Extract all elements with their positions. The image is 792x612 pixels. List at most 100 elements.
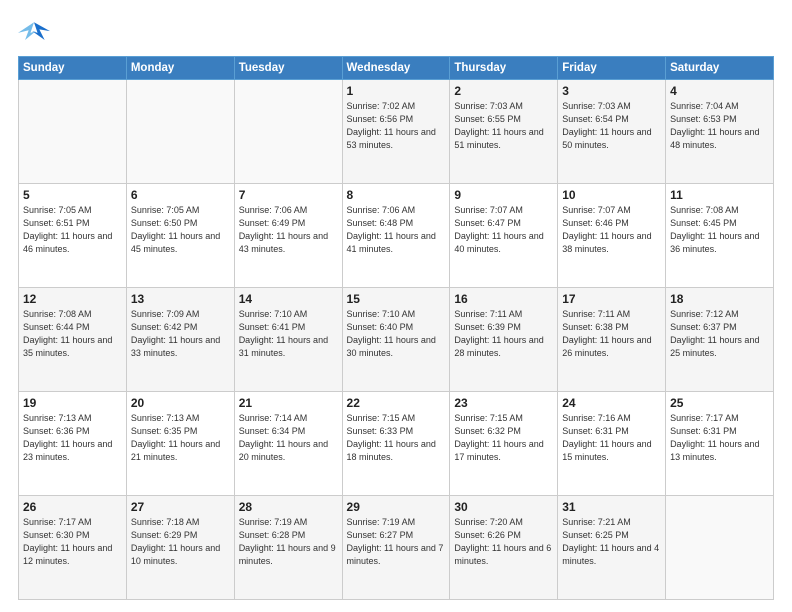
day-info: Sunrise: 7:16 AMSunset: 6:31 PMDaylight:… bbox=[562, 412, 661, 464]
day-number: 8 bbox=[347, 188, 446, 202]
calendar-cell: 27 Sunrise: 7:18 AMSunset: 6:29 PMDayligh… bbox=[126, 496, 234, 600]
calendar-cell: 16 Sunrise: 7:11 AMSunset: 6:39 PMDayligh… bbox=[450, 288, 558, 392]
day-number: 16 bbox=[454, 292, 553, 306]
day-number: 30 bbox=[454, 500, 553, 514]
day-number: 31 bbox=[562, 500, 661, 514]
day-info: Sunrise: 7:08 AMSunset: 6:45 PMDaylight:… bbox=[670, 204, 769, 256]
calendar-cell: 1 Sunrise: 7:02 AMSunset: 6:56 PMDaylight… bbox=[342, 80, 450, 184]
calendar-week-3: 12 Sunrise: 7:08 AMSunset: 6:44 PMDayligh… bbox=[19, 288, 774, 392]
calendar-cell: 13Sunrise: 7:09 AMSunset: 6:42 PMDayligh… bbox=[126, 288, 234, 392]
calendar-cell: 5 Sunrise: 7:05 AMSunset: 6:51 PMDaylight… bbox=[19, 184, 127, 288]
day-info: Sunrise: 7:15 AMSunset: 6:32 PMDaylight:… bbox=[454, 412, 553, 464]
calendar-cell: 2 Sunrise: 7:03 AMSunset: 6:55 PMDaylight… bbox=[450, 80, 558, 184]
calendar-cell: 8Sunrise: 7:06 AMSunset: 6:48 PMDaylight… bbox=[342, 184, 450, 288]
day-info: Sunrise: 7:17 AMSunset: 6:30 PMDaylight:… bbox=[23, 516, 122, 568]
day-number: 18 bbox=[670, 292, 769, 306]
day-info: Sunrise: 7:05 AMSunset: 6:51 PMDaylight:… bbox=[23, 204, 122, 256]
day-number: 26 bbox=[23, 500, 122, 514]
day-info: Sunrise: 7:20 AMSunset: 6:26 PMDaylight:… bbox=[454, 516, 553, 568]
day-number: 10 bbox=[562, 188, 661, 202]
day-number: 11 bbox=[670, 188, 769, 202]
weekday-header-saturday: Saturday bbox=[666, 57, 774, 80]
calendar-cell: 19Sunrise: 7:13 AMSunset: 6:36 PMDayligh… bbox=[19, 392, 127, 496]
day-info: Sunrise: 7:08 AMSunset: 6:44 PMDaylight:… bbox=[23, 308, 122, 360]
day-info: Sunrise: 7:11 AMSunset: 6:39 PMDaylight:… bbox=[454, 308, 553, 360]
weekday-header-thursday: Thursday bbox=[450, 57, 558, 80]
calendar-week-1: 1 Sunrise: 7:02 AMSunset: 6:56 PMDaylight… bbox=[19, 80, 774, 184]
calendar-cell: 3 Sunrise: 7:03 AMSunset: 6:54 PMDaylight… bbox=[558, 80, 666, 184]
calendar-cell: 17Sunrise: 7:11 AMSunset: 6:38 PMDayligh… bbox=[558, 288, 666, 392]
calendar-cell: 21 Sunrise: 7:14 AMSunset: 6:34 PMDayligh… bbox=[234, 392, 342, 496]
day-info: Sunrise: 7:10 AMSunset: 6:41 PMDaylight:… bbox=[239, 308, 338, 360]
day-number: 22 bbox=[347, 396, 446, 410]
calendar-cell: 9 Sunrise: 7:07 AMSunset: 6:47 PMDaylight… bbox=[450, 184, 558, 288]
day-info: Sunrise: 7:21 AMSunset: 6:25 PMDaylight:… bbox=[562, 516, 661, 568]
calendar-cell: 24 Sunrise: 7:16 AMSunset: 6:31 PMDayligh… bbox=[558, 392, 666, 496]
day-info: Sunrise: 7:06 AMSunset: 6:49 PMDaylight:… bbox=[239, 204, 338, 256]
day-number: 2 bbox=[454, 84, 553, 98]
day-info: Sunrise: 7:07 AMSunset: 6:47 PMDaylight:… bbox=[454, 204, 553, 256]
day-number: 23 bbox=[454, 396, 553, 410]
day-number: 24 bbox=[562, 396, 661, 410]
day-info: Sunrise: 7:03 AMSunset: 6:54 PMDaylight:… bbox=[562, 100, 661, 152]
day-info: Sunrise: 7:13 AMSunset: 6:35 PMDaylight:… bbox=[131, 412, 230, 464]
day-number: 20 bbox=[131, 396, 230, 410]
day-info: Sunrise: 7:18 AMSunset: 6:29 PMDaylight:… bbox=[131, 516, 230, 568]
day-number: 15 bbox=[347, 292, 446, 306]
day-info: Sunrise: 7:14 AMSunset: 6:34 PMDaylight:… bbox=[239, 412, 338, 464]
weekday-header-sunday: Sunday bbox=[19, 57, 127, 80]
calendar-cell: 6Sunrise: 7:05 AMSunset: 6:50 PMDaylight… bbox=[126, 184, 234, 288]
day-number: 29 bbox=[347, 500, 446, 514]
calendar-cell: 22Sunrise: 7:15 AMSunset: 6:33 PMDayligh… bbox=[342, 392, 450, 496]
calendar-cell bbox=[19, 80, 127, 184]
header bbox=[18, 18, 774, 46]
logo bbox=[18, 18, 54, 46]
calendar-cell: 31 Sunrise: 7:21 AMSunset: 6:25 PMDayligh… bbox=[558, 496, 666, 600]
day-number: 14 bbox=[239, 292, 338, 306]
calendar-cell bbox=[666, 496, 774, 600]
day-info: Sunrise: 7:10 AMSunset: 6:40 PMDaylight:… bbox=[347, 308, 446, 360]
weekday-header-friday: Friday bbox=[558, 57, 666, 80]
day-info: Sunrise: 7:19 AMSunset: 6:27 PMDaylight:… bbox=[347, 516, 446, 568]
day-number: 27 bbox=[131, 500, 230, 514]
day-number: 4 bbox=[670, 84, 769, 98]
calendar-cell: 15 Sunrise: 7:10 AMSunset: 6:40 PMDayligh… bbox=[342, 288, 450, 392]
day-info: Sunrise: 7:11 AMSunset: 6:38 PMDaylight:… bbox=[562, 308, 661, 360]
calendar-week-5: 26 Sunrise: 7:17 AMSunset: 6:30 PMDayligh… bbox=[19, 496, 774, 600]
day-number: 1 bbox=[347, 84, 446, 98]
logo-bird-icon bbox=[18, 18, 50, 46]
weekday-header-wednesday: Wednesday bbox=[342, 57, 450, 80]
day-number: 12 bbox=[23, 292, 122, 306]
calendar-cell: 18 Sunrise: 7:12 AMSunset: 6:37 PMDayligh… bbox=[666, 288, 774, 392]
calendar-cell: 23 Sunrise: 7:15 AMSunset: 6:32 PMDayligh… bbox=[450, 392, 558, 496]
calendar-cell: 12 Sunrise: 7:08 AMSunset: 6:44 PMDayligh… bbox=[19, 288, 127, 392]
calendar-cell: 11 Sunrise: 7:08 AMSunset: 6:45 PMDayligh… bbox=[666, 184, 774, 288]
calendar-cell bbox=[234, 80, 342, 184]
day-number: 5 bbox=[23, 188, 122, 202]
day-number: 3 bbox=[562, 84, 661, 98]
calendar-cell bbox=[126, 80, 234, 184]
calendar-cell: 10 Sunrise: 7:07 AMSunset: 6:46 PMDayligh… bbox=[558, 184, 666, 288]
calendar-cell: 29 Sunrise: 7:19 AMSunset: 6:27 PMDayligh… bbox=[342, 496, 450, 600]
calendar-cell: 30 Sunrise: 7:20 AMSunset: 6:26 PMDayligh… bbox=[450, 496, 558, 600]
calendar-cell: 14 Sunrise: 7:10 AMSunset: 6:41 PMDayligh… bbox=[234, 288, 342, 392]
day-info: Sunrise: 7:07 AMSunset: 6:46 PMDaylight:… bbox=[562, 204, 661, 256]
weekday-header-row: SundayMondayTuesdayWednesdayThursdayFrid… bbox=[19, 57, 774, 80]
calendar-table: SundayMondayTuesdayWednesdayThursdayFrid… bbox=[18, 56, 774, 600]
calendar-cell: 25 Sunrise: 7:17 AMSunset: 6:31 PMDayligh… bbox=[666, 392, 774, 496]
day-info: Sunrise: 7:12 AMSunset: 6:37 PMDaylight:… bbox=[670, 308, 769, 360]
day-number: 21 bbox=[239, 396, 338, 410]
weekday-header-tuesday: Tuesday bbox=[234, 57, 342, 80]
day-info: Sunrise: 7:03 AMSunset: 6:55 PMDaylight:… bbox=[454, 100, 553, 152]
day-info: Sunrise: 7:13 AMSunset: 6:36 PMDaylight:… bbox=[23, 412, 122, 464]
day-info: Sunrise: 7:17 AMSunset: 6:31 PMDaylight:… bbox=[670, 412, 769, 464]
day-info: Sunrise: 7:02 AMSunset: 6:56 PMDaylight:… bbox=[347, 100, 446, 152]
day-number: 6 bbox=[131, 188, 230, 202]
day-number: 28 bbox=[239, 500, 338, 514]
calendar-cell: 20 Sunrise: 7:13 AMSunset: 6:35 PMDayligh… bbox=[126, 392, 234, 496]
day-info: Sunrise: 7:04 AMSunset: 6:53 PMDaylight:… bbox=[670, 100, 769, 152]
calendar-week-2: 5 Sunrise: 7:05 AMSunset: 6:51 PMDaylight… bbox=[19, 184, 774, 288]
day-number: 9 bbox=[454, 188, 553, 202]
day-number: 25 bbox=[670, 396, 769, 410]
calendar-cell: 28Sunrise: 7:19 AMSunset: 6:28 PMDayligh… bbox=[234, 496, 342, 600]
